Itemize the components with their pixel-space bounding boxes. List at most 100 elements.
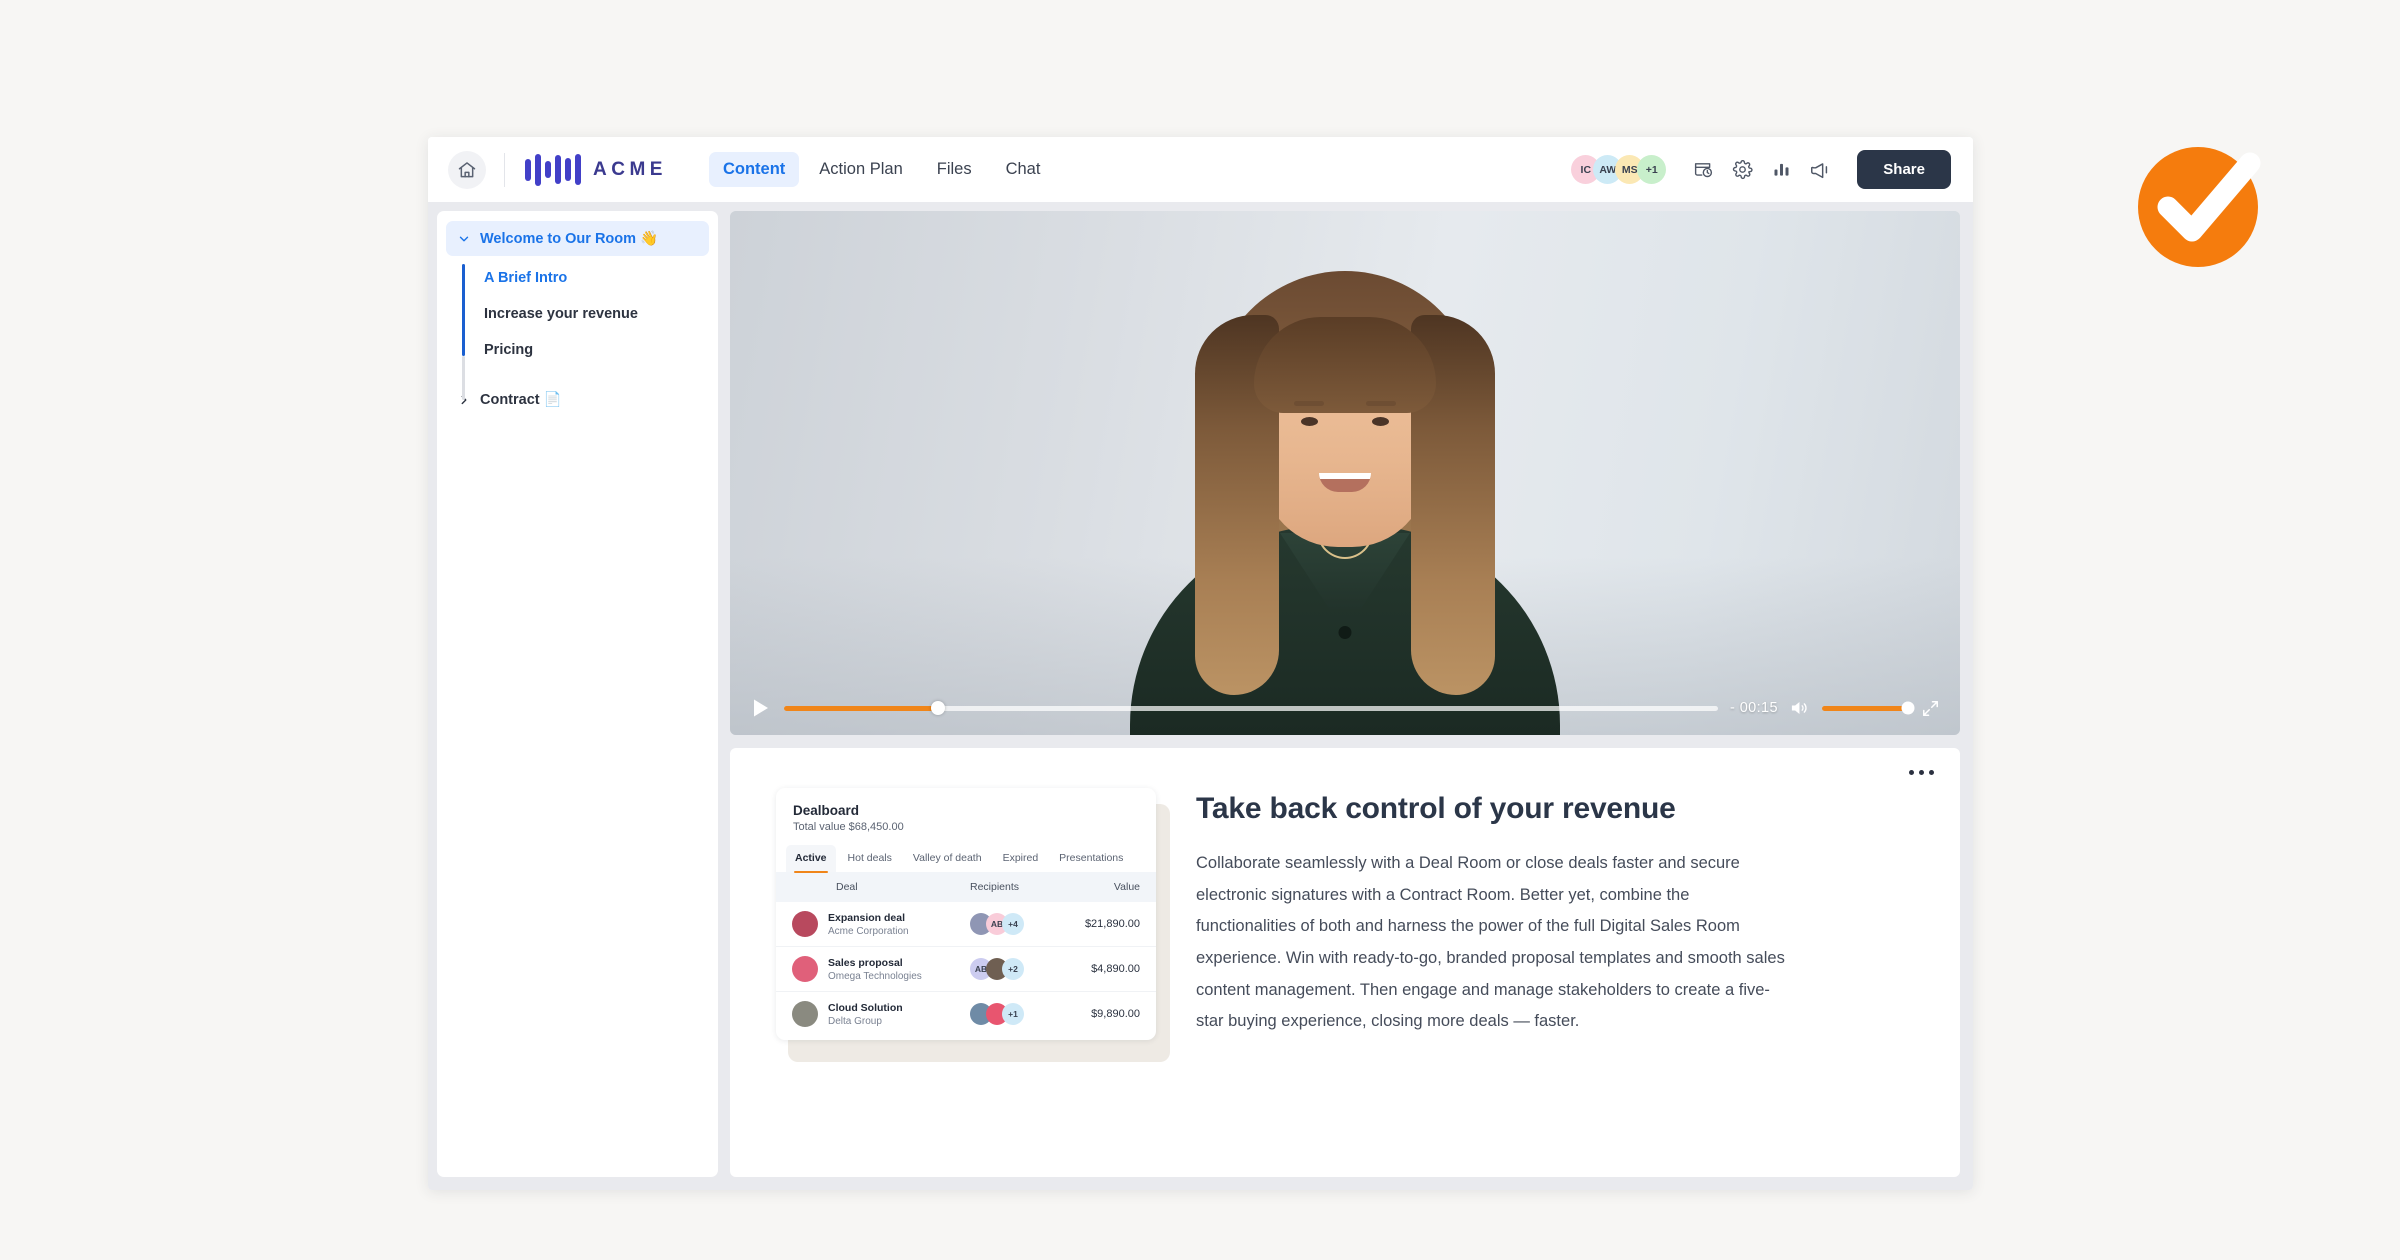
activity-history-button[interactable] [1692,159,1714,181]
deal-value: $21,890.00 [1084,918,1140,930]
column-header-deal: Deal [836,881,858,893]
deal-name: Expansion deal [828,911,906,924]
play-button[interactable] [750,697,772,719]
bar-chart-icon [1774,163,1789,176]
activity-history-icon [1694,163,1712,178]
dealboard-tab-active[interactable]: Active [786,845,836,873]
volume-button[interactable] [1790,698,1810,718]
deal-company: Omega Technologies [828,970,922,982]
video-time-label: - 00:15 [1730,700,1778,716]
table-row[interactable]: Cloud Solution Delta Group +1 $9,890.00 [776,992,1156,1036]
sidebar-item-contract[interactable]: Contract 📄 [446,381,709,418]
chevron-down-icon [459,236,469,241]
more-options-icon [1919,770,1924,775]
brand-logo: ACME [525,153,667,187]
fullscreen-button[interactable] [1920,698,1940,718]
tab-files[interactable]: Files [923,152,986,187]
sidebar-item-increase-your-revenue[interactable]: Increase your revenue [474,296,709,332]
volume-level [1822,705,1908,711]
megaphone-icon [1811,162,1828,178]
volume-slider[interactable] [1822,701,1915,715]
card-text-block: Take back control of your revenue Collab… [1196,782,1916,1038]
announcements-button[interactable] [1809,159,1831,181]
header-divider [504,152,505,187]
video-player[interactable]: - 00:15 [730,211,1960,735]
avatar-overflow[interactable]: +1 [1637,155,1667,184]
avatar-group[interactable]: IC AW MS +1 [1571,155,1667,184]
video-controls: - 00:15 [730,697,1960,719]
app-header: ACME Content Action Plan Files Chat IC A… [428,137,1973,202]
avatar-overflow: +4 [1002,913,1024,935]
seek-thumb[interactable] [931,701,946,715]
deal-company: Acme Corporation [828,925,909,937]
card-menu-button[interactable] [1909,770,1934,775]
content-card: Dealboard Total value $68,450.00 Active … [730,748,1960,1177]
main-column: - 00:15 Dealboard Total value $68,450.00… [730,211,1960,1177]
more-options-icon [1909,770,1914,775]
recipient-avatars: AB +4 [970,913,1024,935]
main-nav: Content Action Plan Files Chat [708,152,1055,187]
deal-name: Sales proposal [828,956,903,969]
recipient-avatars: AB +2 [970,958,1024,980]
tab-content[interactable]: Content [708,152,800,187]
app-window: ACME Content Action Plan Files Chat IC A… [428,137,1973,1190]
app-body: Welcome to Our Room 👋 A Brief Intro Incr… [428,202,1973,1190]
brand-badge [2138,147,2261,267]
seek-bar[interactable] [784,701,1719,715]
share-button[interactable]: Share [1857,150,1951,189]
card-body-text: Collaborate seamlessly with a Deal Room … [1196,854,1785,1031]
dealboard-panel: Dealboard Total value $68,450.00 Active … [776,788,1156,1040]
dealboard-tabs: Active Hot deals Valley of death Expired… [776,833,1156,873]
dealboard-tab-presentations[interactable]: Presentations [1050,845,1132,872]
gear-icon [1732,160,1753,180]
avatar [792,911,818,937]
deal-value: $4,890.00 [1091,963,1140,975]
avatar-overflow: +1 [1002,1003,1024,1025]
sidebar-rail-inactive [462,356,465,400]
deal-value: $9,890.00 [1091,1008,1140,1020]
volume-icon [1791,702,1807,714]
tab-action-plan[interactable]: Action Plan [805,152,916,187]
dealboard-image: Dealboard Total value $68,450.00 Active … [770,782,1170,1062]
dealboard-table-header: Deal Recipients Value [776,872,1156,902]
header-right: IC AW MS +1 Share [1571,150,1951,189]
dealboard-subtitle: Total value $68,450.00 [793,821,904,833]
play-icon [754,699,768,717]
logo-text: ACME [593,158,667,180]
volume-thumb[interactable] [1901,701,1915,715]
sidebar-item-a-brief-intro[interactable]: A Brief Intro [474,260,709,296]
more-options-icon [1929,770,1934,775]
header-icons [1692,159,1831,181]
table-row[interactable]: Expansion deal Acme Corporation AB +4 $2… [776,902,1156,947]
column-header-value: Value [1113,881,1140,893]
dealboard-tab-expired[interactable]: Expired [994,845,1048,872]
analytics-button[interactable] [1770,159,1792,181]
recipient-avatars: +1 [970,1003,1024,1025]
sidebar-children: A Brief Intro Increase your revenue Pric… [462,260,709,400]
avatar [792,956,818,982]
seek-progress [784,705,939,711]
dealboard-tab-hot-deals[interactable]: Hot deals [839,845,901,872]
tab-chat[interactable]: Chat [992,152,1055,187]
avatar [792,1001,818,1027]
dealboard-header: Dealboard Total value $68,450.00 [776,788,1156,833]
dealboard-title: Dealboard [793,803,860,818]
deal-company: Delta Group [828,1015,882,1027]
table-row[interactable]: Sales proposal Omega Technologies AB +2 [776,947,1156,992]
column-header-recipients: Recipients [970,881,1020,893]
sidebar-rail-active [462,264,465,356]
fullscreen-icon [1922,700,1938,716]
sidebar-item-welcome-to-our-room[interactable]: Welcome to Our Room 👋 [446,221,709,256]
card-heading: Take back control of your revenue [1196,792,1676,825]
dealboard-tab-valley-of-death[interactable]: Valley of death [904,845,991,872]
sidebar-item-pricing[interactable]: Pricing [474,332,709,368]
home-button[interactable] [448,150,486,189]
settings-button[interactable] [1731,159,1753,181]
logo-bars-icon [525,153,581,187]
sidebar-group2-label: Contract 📄 [480,392,562,408]
video-frame [730,211,1960,735]
sidebar: Welcome to Our Room 👋 A Brief Intro Incr… [437,211,718,1177]
deal-name: Cloud Solution [828,1001,903,1014]
home-icon [458,161,476,177]
sidebar-group-label: Welcome to Our Room 👋 [480,231,659,247]
